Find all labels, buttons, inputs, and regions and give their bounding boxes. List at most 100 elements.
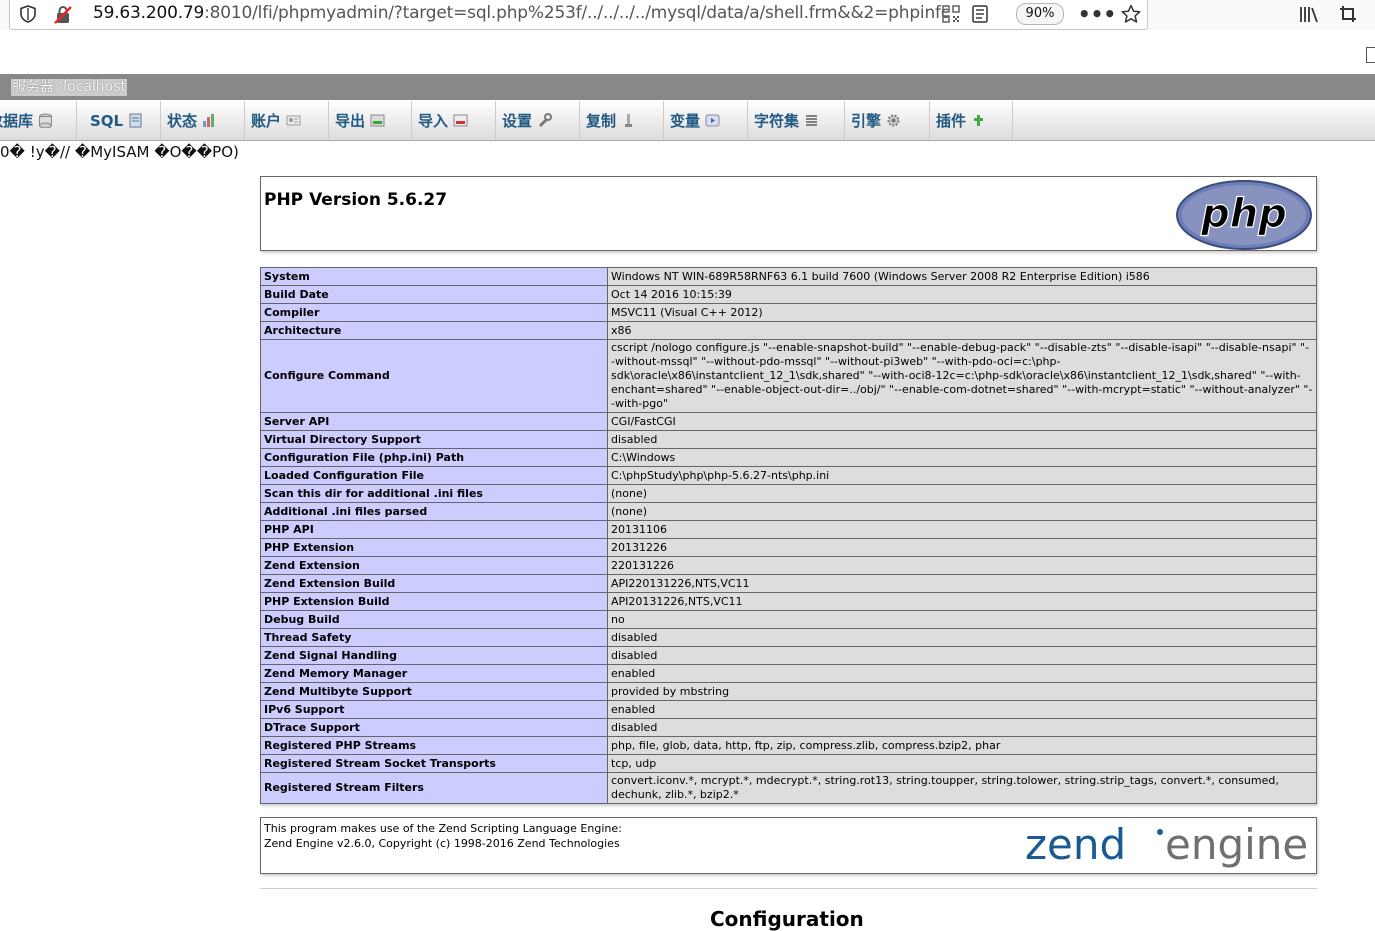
include-raw-output: 0� !y�// �MyISAM �O��PO) [0, 143, 239, 161]
phpinfo-row: Scan this dir for additional .ini files(… [260, 484, 1317, 503]
shield-icon[interactable] [19, 5, 37, 23]
phpinfo-key: Compiler [260, 303, 608, 322]
import-icon [453, 113, 468, 128]
sidebar-toggle-icon[interactable] [1366, 47, 1375, 63]
tab-3[interactable]: 状态 [161, 101, 245, 140]
phpinfo-value: API20131226,NTS,VC11 [607, 592, 1317, 611]
insecure-lock-icon[interactable] [53, 5, 73, 25]
phpinfo-key: Zend Extension Build [260, 574, 608, 593]
phpinfo-row: Zend Multibyte Support provided by mbstri… [260, 682, 1317, 701]
phpinfo-header: PHP Version 5.6.27 php [260, 176, 1317, 251]
phpinfo-key: Registered Stream Socket Transports [260, 754, 608, 773]
url-bar[interactable]: 59.63.200.79:8010/lfi/phpmyadmin/?target… [9, 0, 1148, 30]
phpinfo-key: System [260, 267, 608, 286]
tab-10[interactable]: 字符集 [748, 101, 845, 140]
tab-label: 设置 [502, 112, 533, 130]
more-actions-icon[interactable]: ••• [1078, 2, 1116, 26]
phpinfo-table: System Windows NT WIN-689R58RNF63 6.1 bui… [260, 267, 1317, 804]
phpinfo-value: (none) [607, 502, 1317, 521]
replication-icon [621, 113, 636, 128]
phpinfo-value: 220131226 [607, 556, 1317, 575]
phpinfo-value: no [607, 610, 1317, 629]
phpinfo-row: Registered PHP Streams php, file, glob, d… [260, 736, 1317, 755]
phpinfo-value: C:\Windows [607, 448, 1317, 467]
phpinfo-value: disabled [607, 718, 1317, 737]
page-top-whitespace [0, 30, 1375, 74]
zend-engine-notice: This program makes use of the Zend Scrip… [264, 822, 622, 835]
tab-2[interactable]: SQL [77, 101, 161, 140]
tab-label: 数据库 [0, 112, 34, 130]
phpinfo-row: Configuration File (php.ini) Path C:\Wind… [260, 448, 1317, 467]
reader-view-icon[interactable] [969, 4, 991, 24]
phpinfo-key: Registered PHP Streams [260, 736, 608, 755]
phpinfo-value: (none) [607, 484, 1317, 503]
tab-label: 插件 [936, 112, 967, 130]
phpinfo-row: Server API CGI/FastCGI [260, 412, 1317, 431]
phpinfo-value: MSVC11 (Visual C++ 2012) [607, 303, 1317, 322]
configuration-heading: Configuration [710, 907, 864, 931]
phpinfo-key: Architecture [260, 321, 608, 340]
phpinfo-value: C:\phpStudy\php\php-5.6.27-nts\php.ini [607, 466, 1317, 485]
sql-icon [128, 113, 143, 128]
tab-11[interactable]: 引擎 [845, 101, 930, 140]
phpinfo-row: Build Date Oct 14 2016 10:15:39 [260, 285, 1317, 304]
phpinfo-row: Loaded Configuration File C:\phpStudy\php… [260, 466, 1317, 485]
phpinfo-row: PHP Extension 20131226 [260, 538, 1317, 557]
tab-label: 导入 [418, 112, 449, 130]
server-breadcrumb-bar [0, 74, 1375, 100]
php-logo[interactable]: php [1175, 179, 1313, 251]
tab-1[interactable]: 数据库 [0, 101, 77, 140]
phpinfo-value: x86 [607, 321, 1317, 340]
phpinfo-row: PHP API 20131106 [260, 520, 1317, 539]
wrench-icon [537, 113, 553, 128]
screenshot-crop-icon[interactable] [1337, 4, 1359, 24]
plugin-icon [971, 113, 986, 128]
qr-code-icon[interactable] [941, 4, 961, 24]
tab-6[interactable]: 导入 [412, 101, 496, 140]
tab-label: 复制 [586, 112, 617, 130]
phpinfo-row: Virtual Directory Support disabled [260, 430, 1317, 449]
phpinfo-key: Virtual Directory Support [260, 430, 608, 449]
server-breadcrumb[interactable]: 服务器: localhost [11, 79, 128, 96]
accounts-icon [286, 113, 301, 128]
zoom-level-button[interactable]: 90% [1016, 3, 1064, 25]
tab-label: SQL [90, 111, 124, 130]
phpinfo-value: convert.iconv.*, mcrypt.*, mdecrypt.*, s… [607, 772, 1317, 804]
tab-5[interactable]: 导出 [329, 101, 412, 140]
phpinfo-row: Registered Stream Socket Transports tcp, … [260, 754, 1317, 773]
status-chart-icon [202, 113, 217, 128]
phpinfo-value: cscript /nologo configure.js "--enable-s… [607, 339, 1317, 413]
library-icon[interactable] [1298, 4, 1320, 24]
tab-9[interactable]: 变量 [664, 101, 748, 140]
phpinfo-key: Server API [260, 412, 608, 431]
tab-12[interactable]: 插件 [930, 101, 1013, 140]
bookmark-star-icon[interactable] [1120, 3, 1142, 25]
phpinfo-value: Windows NT WIN-689R58RNF63 6.1 build 760… [607, 267, 1317, 286]
tab-4[interactable]: 账户 [245, 101, 329, 140]
phpinfo-row: Architecture x86 [260, 321, 1317, 340]
phpinfo-row: DTrace Support disabled [260, 718, 1317, 737]
phpinfo-value: disabled [607, 628, 1317, 647]
php-version-title: PHP Version 5.6.27 [264, 190, 448, 210]
phpinfo-row: IPv6 Support enabled [260, 700, 1317, 719]
phpinfo-value: tcp, udp [607, 754, 1317, 773]
tab-label: 导出 [335, 112, 366, 130]
tab-8[interactable]: 复制 [580, 101, 664, 140]
phpinfo-value: API220131226,NTS,VC11 [607, 574, 1317, 593]
variables-icon [705, 113, 720, 128]
tab-7[interactable]: 设置 [496, 101, 580, 140]
phpinfo-row: Zend Signal Handling disabled [260, 646, 1317, 665]
phpinfo-key: DTrace Support [260, 718, 608, 737]
phpinfo-value: disabled [607, 646, 1317, 665]
phpinfo-key: Additional .ini files parsed [260, 502, 608, 521]
zend-engine-logo[interactable]: zend engine [1023, 821, 1313, 871]
phpinfo-key: Registered Stream Filters [260, 772, 608, 804]
zend-engine-box: This program makes use of the Zend Scrip… [260, 817, 1317, 874]
svg-text:engine: engine [1165, 821, 1308, 869]
tab-label: 状态 [167, 112, 198, 130]
tab-label: 引擎 [851, 112, 882, 130]
phpinfo-key: Configure Command [260, 339, 608, 413]
phpinfo-value: enabled [607, 700, 1317, 719]
phpinfo-row: Zend Extension 220131226 [260, 556, 1317, 575]
url-text[interactable]: 59.63.200.79:8010/lfi/phpmyadmin/?target… [93, 3, 948, 23]
